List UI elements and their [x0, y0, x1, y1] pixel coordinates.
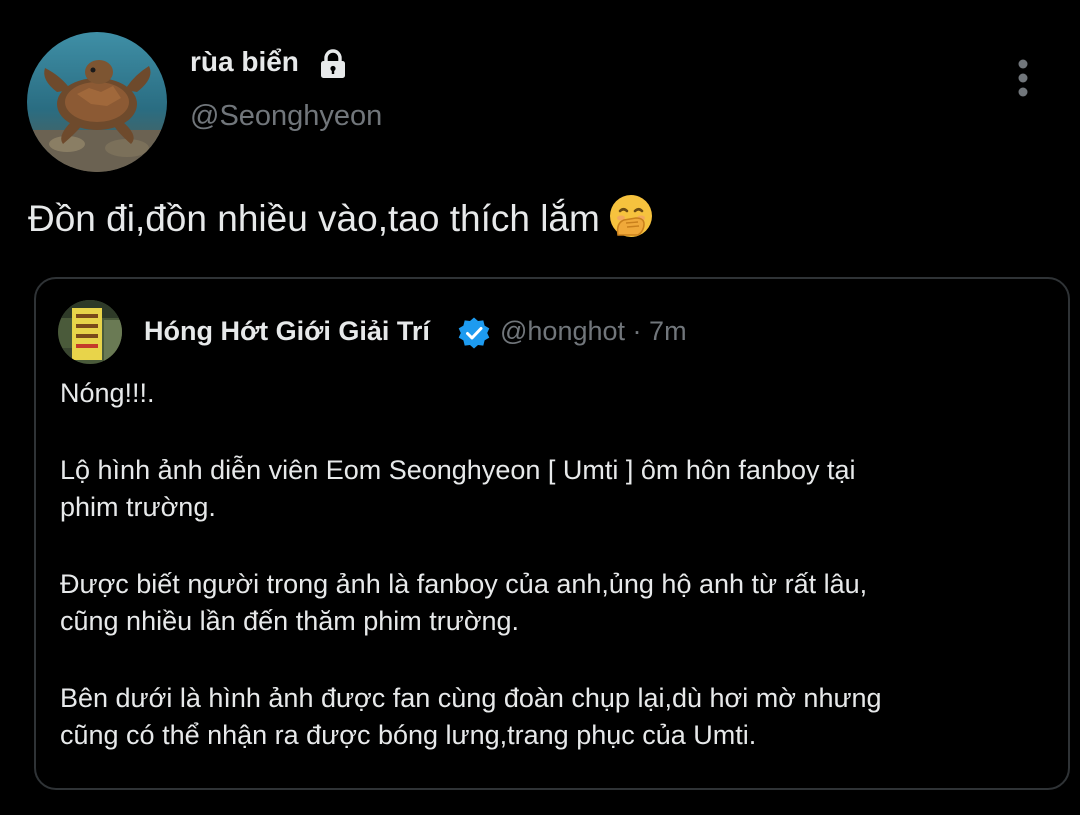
display-name[interactable]: rùa biển [190, 46, 299, 78]
face-with-hand-over-mouth-emoji [609, 195, 652, 237]
quoted-paragraph: Nóng!!!. [60, 375, 1050, 412]
quoted-paragraph: Lộ hình ảnh diễn viên Eom Seonghyeon [ U… [60, 452, 1050, 526]
tweet: rùa biển @Seonghyeon Đồn đi,đồn nhiều và… [0, 0, 1080, 815]
quoted-line: Bên dưới là hình ảnh được fan cùng đoàn … [60, 683, 882, 713]
verified-badge-icon [458, 317, 490, 349]
quoted-timestamp[interactable]: 7m [649, 316, 687, 346]
quoted-line: cũng có thể nhận ra được bóng lưng,trang… [60, 720, 757, 750]
quoted-handle[interactable]: @honghot [500, 316, 625, 346]
avatar[interactable] [27, 32, 167, 172]
quoted-display-name[interactable]: Hóng Hớt Giới Giải Trí [144, 316, 430, 347]
tweet-text-content: Đồn đi,đồn nhiều vào,tao thích lắm [28, 198, 600, 239]
quoted-line: Được biết người trong ảnh là fanboy của … [60, 569, 868, 599]
quoted-paragraph: Bên dưới là hình ảnh được fan cùng đoàn … [60, 680, 1050, 754]
quoted-line: Lộ hình ảnh diễn viên Eom Seonghyeon [ U… [60, 455, 856, 485]
more-vertical-icon[interactable] [1003, 56, 1043, 100]
quoted-paragraph: Được biết người trong ảnh là fanboy của … [60, 566, 1050, 640]
tweet-text: Đồn đi,đồn nhiều vào,tao thích lắm [28, 193, 654, 244]
quoted-line: Nóng!!!. [60, 378, 155, 408]
handle[interactable]: @Seonghyeon [190, 100, 382, 133]
quoted-avatar[interactable] [58, 300, 122, 364]
quoted-line: cũng nhiều lần đến thăm phim trường. [60, 606, 520, 636]
lock-icon [321, 49, 345, 78]
quoted-line: phim trường. [60, 492, 216, 522]
quoted-tweet[interactable]: Hóng Hớt Giới Giải Trí @honghot · 7m Nón… [34, 277, 1070, 790]
quoted-meta: @honghot · 7m [500, 316, 687, 347]
quoted-tweet-text: Nóng!!!. Lộ hình ảnh diễn viên Eom Seong… [60, 375, 1050, 754]
meta-separator: · [632, 316, 642, 346]
